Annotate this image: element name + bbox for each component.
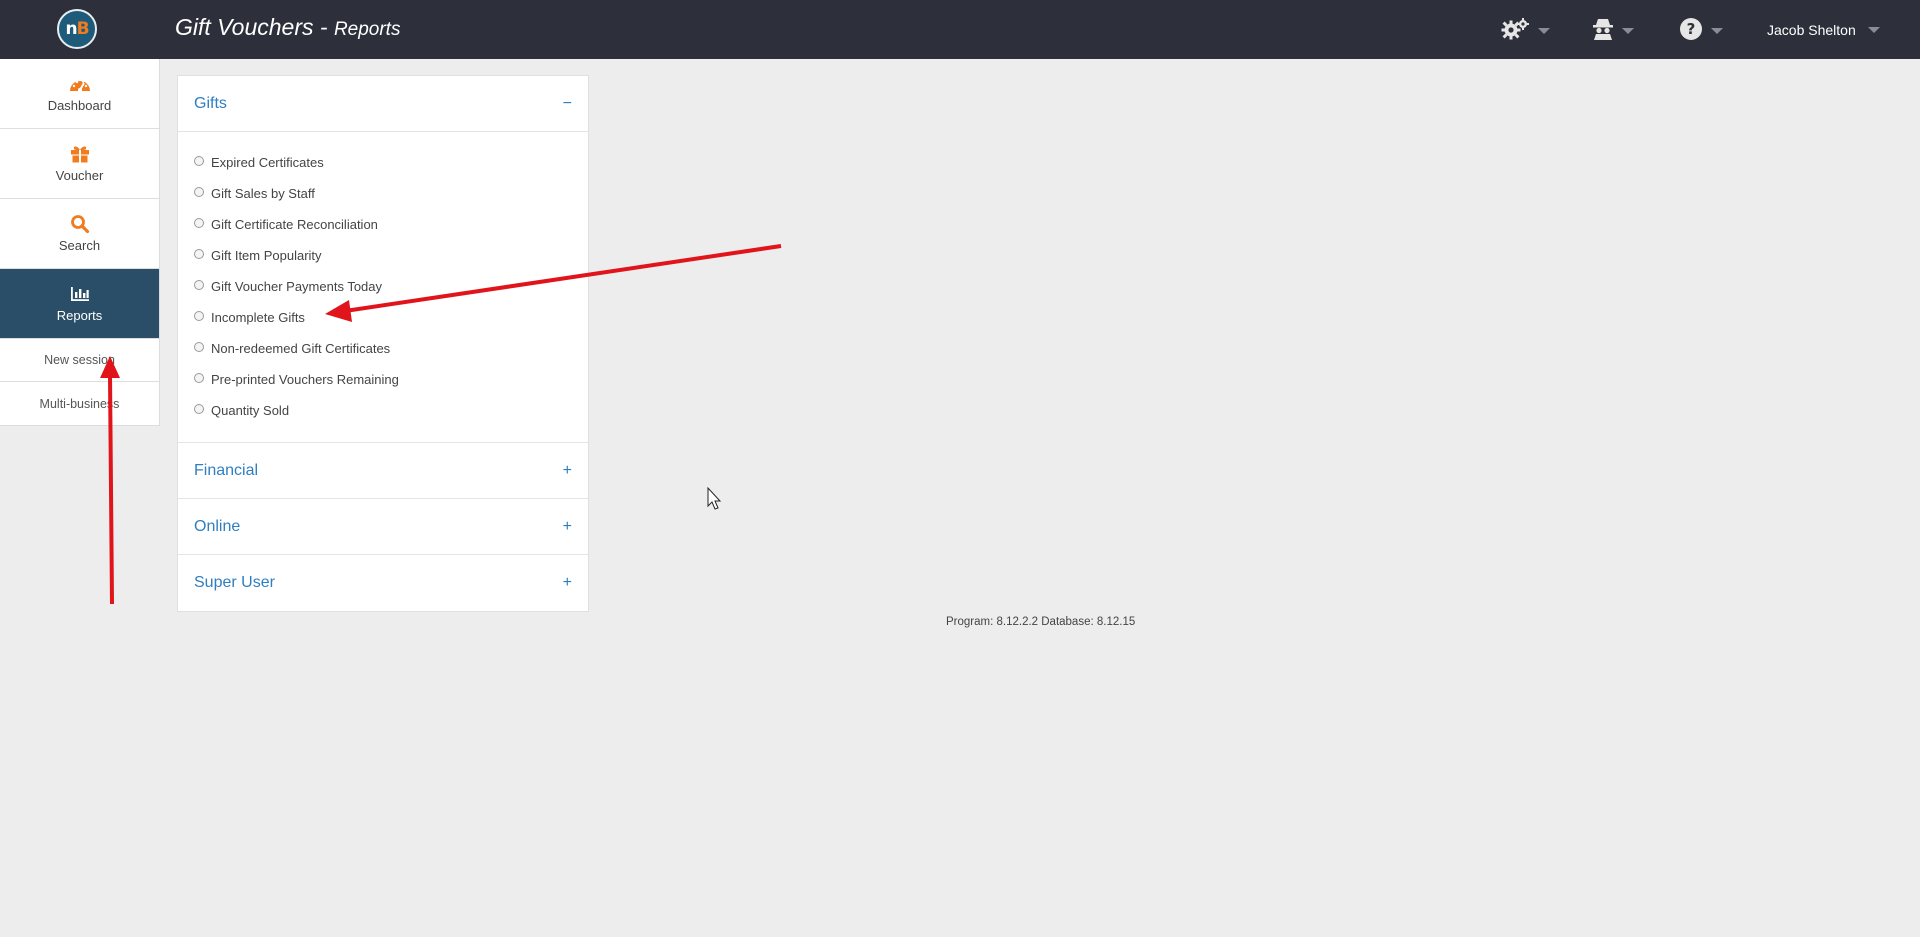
radio-button[interactable]: [194, 341, 204, 352]
help-menu[interactable]: ?: [1679, 17, 1723, 46]
sidebar-item-voucher[interactable]: Voucher: [0, 129, 159, 199]
report-option-gift-voucher-payments-today[interactable]: Gift Voucher Payments Today: [194, 271, 572, 302]
option-label: Gift Voucher Payments Today: [211, 279, 383, 294]
option-label: Gift Sales by Staff: [211, 186, 315, 201]
radio-button[interactable]: [194, 217, 204, 228]
chevron-down-icon: [1538, 28, 1550, 34]
user-menu[interactable]: Jacob Shelton: [1767, 22, 1880, 38]
title-separator: -: [313, 14, 334, 40]
app-title: Gift Vouchers: [175, 14, 314, 40]
sidebar-item-reports[interactable]: Reports: [0, 269, 159, 339]
section-title: Super User: [194, 574, 275, 591]
app-logo[interactable]: nB: [57, 9, 97, 49]
option-label: Quantity Sold: [211, 403, 290, 418]
sidebar-item-search[interactable]: Search: [0, 199, 159, 269]
option-label: Pre-printed Vouchers Remaining: [211, 372, 399, 387]
option-label: Gift Item Popularity: [211, 248, 322, 263]
user-name: Jacob Shelton: [1767, 22, 1856, 38]
incognito-user-icon: [1592, 17, 1614, 46]
section-title: Online: [194, 517, 241, 535]
report-option-quantity-sold[interactable]: Quantity Sold: [194, 395, 572, 426]
radio-button[interactable]: [194, 248, 204, 259]
chevron-down-icon: [1711, 28, 1723, 34]
help-circle-icon: ?: [1679, 17, 1703, 46]
page-title: Gift Vouchers - Reports: [175, 14, 400, 41]
report-option-gift-certificate-reconciliation[interactable]: Gift Certificate Reconciliation: [194, 209, 572, 240]
version-info: Program: 8.12.2.2 Database: 8.12.15: [946, 616, 1136, 628]
top-bar: nB Gift Vouchers - Reports ? Jacob Shelt…: [0, 0, 1920, 59]
section-title: Gifts: [194, 94, 227, 112]
section-header-super-user[interactable]: Super User +: [178, 555, 588, 611]
chevron-down-icon: [1622, 28, 1634, 34]
report-option-pre-printed-vouchers-remaining[interactable]: Pre-printed Vouchers Remaining: [194, 364, 572, 395]
expand-toggle[interactable]: +: [563, 518, 572, 536]
radio-button[interactable]: [194, 310, 204, 321]
expand-toggle[interactable]: +: [563, 574, 572, 592]
sidebar-item-dashboard[interactable]: Dashboard: [0, 59, 159, 129]
bar-chart-icon: [70, 284, 90, 304]
sidebar-link-multi-business[interactable]: Multi-business: [0, 382, 159, 425]
section-body-gifts: Expired Certificates Gift Sales by Staff…: [178, 132, 588, 443]
chevron-down-icon: [1867, 27, 1880, 33]
expand-toggle[interactable]: +: [563, 462, 572, 480]
gift-icon: [70, 144, 90, 164]
gears-icon: [1500, 17, 1530, 46]
section-header-gifts[interactable]: Gifts −: [178, 76, 588, 132]
collapse-toggle[interactable]: −: [563, 95, 572, 113]
radio-button[interactable]: [194, 279, 204, 290]
incognito-menu[interactable]: [1592, 18, 1634, 44]
option-label: Non-redeemed Gift Certificates: [211, 341, 391, 356]
sidebar: Dashboard Voucher Search Reports New ses…: [0, 59, 160, 426]
radio-button[interactable]: [194, 155, 204, 166]
dashboard-gauge-icon: [69, 74, 91, 94]
report-option-gift-sales-by-staff[interactable]: Gift Sales by Staff: [194, 178, 572, 209]
radio-button[interactable]: [194, 403, 204, 414]
report-option-gift-item-popularity[interactable]: Gift Item Popularity: [194, 240, 572, 271]
report-option-incomplete-gifts[interactable]: Incomplete Gifts: [194, 302, 572, 333]
page-subtitle: Reports: [333, 19, 401, 40]
report-option-expired-certificates[interactable]: Expired Certificates: [194, 147, 572, 178]
section-title: Financial: [194, 461, 259, 479]
svg-text:?: ?: [1687, 20, 1696, 38]
logo-letter-n: n: [65, 19, 77, 39]
sidebar-item-label: Search: [58, 238, 101, 253]
sidebar-item-label: Voucher: [55, 168, 104, 183]
section-header-financial[interactable]: Financial +: [178, 443, 588, 499]
option-label: Incomplete Gifts: [211, 310, 305, 325]
radio-button[interactable]: [194, 372, 204, 383]
radio-button[interactable]: [194, 186, 204, 197]
option-label: Gift Certificate Reconciliation: [211, 217, 378, 232]
sidebar-item-label: Dashboard: [47, 98, 112, 113]
option-label: Expired Certificates: [211, 155, 324, 170]
report-option-non-redeemed-gift-certificates[interactable]: Non-redeemed Gift Certificates: [194, 333, 572, 364]
logo-letter-b: B: [76, 19, 90, 39]
reports-panel: Gifts − Expired Certificates Gift Sales …: [177, 75, 589, 612]
sidebar-link-new-session[interactable]: New session: [0, 339, 159, 382]
search-icon: [70, 214, 90, 234]
mouse-cursor-icon: [707, 486, 722, 510]
settings-menu[interactable]: [1500, 17, 1550, 46]
section-header-online[interactable]: Online +: [178, 499, 588, 555]
sidebar-item-label: Reports: [56, 308, 103, 323]
